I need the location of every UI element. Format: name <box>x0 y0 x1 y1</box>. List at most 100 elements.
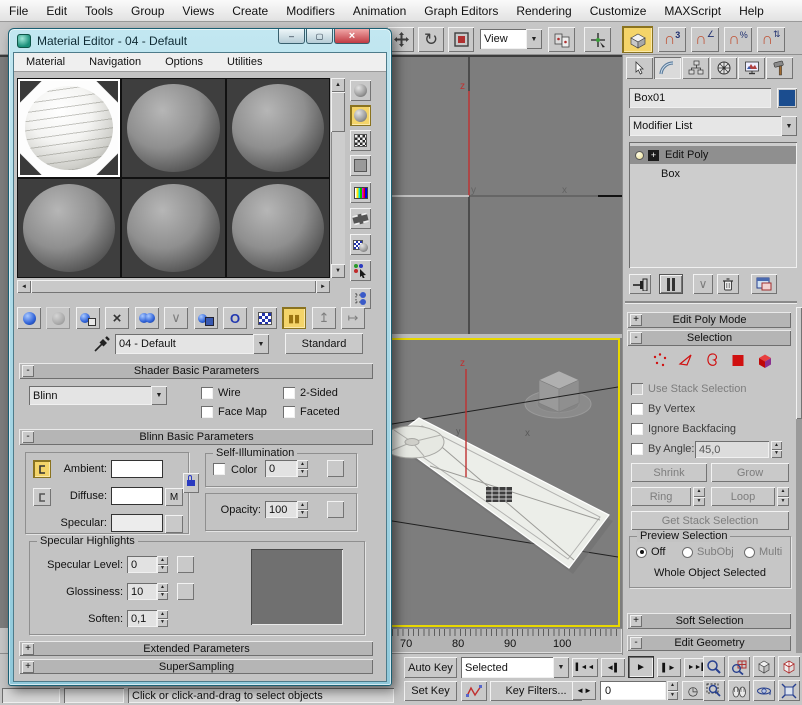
subobject-element-button[interactable] <box>753 350 775 370</box>
extended-plus-icon[interactable]: + <box>22 643 34 655</box>
play-button[interactable]: ► <box>628 656 654 678</box>
self-illum-spinner[interactable]: ▲▼ <box>297 460 308 477</box>
sample-slot-3[interactable] <box>227 79 329 177</box>
menu-utilities[interactable]: Utilities <box>215 56 274 68</box>
select-rotate-button[interactable]: ↻ <box>418 27 444 52</box>
tab-display[interactable] <box>738 57 765 79</box>
menu-maxscript[interactable]: MAXScript <box>655 4 730 18</box>
preview-subobj-radio[interactable] <box>682 547 693 558</box>
frame-spinner[interactable]: ▲▼ <box>667 681 678 700</box>
glossiness-spinner[interactable]: ▲▼ <box>157 583 168 600</box>
show-end-result-stack-button[interactable] <box>659 274 683 294</box>
make-unique-button[interactable]: ∨ <box>164 307 188 329</box>
angle-snap-button[interactable]: ∩ ∠ <box>691 27 719 52</box>
remove-modifier-button[interactable] <box>717 274 739 294</box>
supersampling-plus-icon[interactable]: + <box>22 661 34 673</box>
use-center-button[interactable] <box>548 27 575 52</box>
object-color-swatch[interactable] <box>777 88 797 108</box>
show-end-result-button[interactable]: ▮▮ <box>282 307 306 329</box>
self-illum-map-button[interactable] <box>327 460 344 477</box>
rollout-plus-icon[interactable]: + <box>630 314 642 326</box>
opacity-value-field[interactable]: 100 <box>265 501 297 518</box>
menu-group[interactable]: Group <box>122 4 173 18</box>
loop-spinner[interactable]: ▲▼ <box>777 487 789 506</box>
modifier-stack[interactable]: + Edit Poly Box <box>629 142 797 268</box>
rollout-edit-poly-mode[interactable]: + Edit Poly Mode <box>627 312 791 328</box>
menu-material[interactable]: Material <box>14 56 77 68</box>
viewport-front[interactable]: z y x <box>385 57 622 334</box>
faceted-checkbox[interactable] <box>283 406 295 418</box>
auto-key-button[interactable]: Auto Key <box>404 657 457 678</box>
orbit-button[interactable] <box>753 680 775 701</box>
by-angle-checkbox[interactable] <box>631 443 643 455</box>
options-button[interactable] <box>350 234 371 255</box>
rollout-selection[interactable]: - Selection <box>627 330 791 346</box>
vscroll-thumb[interactable] <box>331 92 345 132</box>
tab-utilities[interactable] <box>766 57 793 79</box>
configure-modifier-sets-button[interactable] <box>751 274 777 294</box>
menu-create[interactable]: Create <box>223 4 277 18</box>
go-forward-sibling-button[interactable]: ↦ <box>341 307 365 329</box>
material-map-navigator-button[interactable] <box>350 288 371 309</box>
make-unique-stack-button[interactable]: ∨ <box>693 274 713 294</box>
shader-type-dropdown[interactable]: Blinn ▼ <box>29 386 167 405</box>
diffuse-specular-lock-button[interactable] <box>33 488 51 506</box>
rollout-extended-parameters[interactable]: + Extended Parameters <box>19 641 373 656</box>
video-color-check-button[interactable] <box>350 182 371 203</box>
object-name-field[interactable]: Box01 <box>629 88 771 108</box>
zoom-extents-all-button[interactable] <box>778 656 800 677</box>
specular-color-swatch[interactable] <box>111 514 163 532</box>
menu-file[interactable]: File <box>0 4 37 18</box>
menu-tools[interactable]: Tools <box>76 4 122 18</box>
zoom-region-button[interactable] <box>703 680 725 701</box>
menu-help[interactable]: Help <box>730 4 773 18</box>
soften-spinner[interactable]: ▲▼ <box>157 610 168 627</box>
tab-motion[interactable] <box>710 57 737 79</box>
panel-scrollbar-thumb[interactable] <box>796 307 802 419</box>
self-illum-color-checkbox[interactable] <box>213 463 225 475</box>
make-material-copy-button[interactable] <box>135 307 159 329</box>
close-button[interactable]: × <box>334 29 370 44</box>
subobject-polygon-button[interactable] <box>727 350 749 370</box>
preview-off-option[interactable]: Off <box>636 546 665 558</box>
specular-level-spinner[interactable]: ▲▼ <box>157 556 168 573</box>
dropdown-arrow-icon[interactable]: ▼ <box>553 657 569 678</box>
tab-hierarchy[interactable] <box>682 57 709 79</box>
menu-animation[interactable]: Animation <box>344 4 415 18</box>
soften-field[interactable]: 0,1 <box>127 610 157 627</box>
select-by-material-button[interactable] <box>350 260 371 281</box>
menu-edit[interactable]: Edit <box>37 4 76 18</box>
use-stack-selection-row[interactable]: Use Stack Selection <box>631 383 746 395</box>
background-button[interactable] <box>350 130 371 151</box>
snap-toggle-3d-button[interactable]: ∩ 3 <box>658 27 686 52</box>
make-preview-button[interactable] <box>350 208 371 229</box>
menu-navigation[interactable]: Navigation <box>77 56 153 68</box>
set-key-button[interactable]: Set Key <box>404 681 457 701</box>
timeline-ruler[interactable]: 70 80 90 100 <box>385 628 622 653</box>
percent-snap-button[interactable]: ∩ % <box>724 27 752 52</box>
ignore-backfacing-row[interactable]: Ignore Backfacing <box>631 423 736 435</box>
zoom-button[interactable] <box>703 656 725 677</box>
pick-material-button[interactable] <box>93 335 111 353</box>
subobject-vertex-button[interactable] <box>649 350 671 370</box>
ambient-diffuse-lock-button[interactable] <box>33 460 51 478</box>
key-mode-toggle[interactable]: ◄► <box>572 681 596 700</box>
sample-slot-6[interactable] <box>227 179 329 277</box>
selection-set-dropdown[interactable]: Selected ▼ <box>461 657 569 678</box>
tab-modify[interactable] <box>654 57 681 79</box>
lightbulb-icon[interactable] <box>635 151 644 160</box>
minimize-button[interactable]: – <box>278 29 305 44</box>
wire-option[interactable]: Wire <box>201 387 241 399</box>
assign-material-button[interactable] <box>76 307 100 329</box>
rollout-blinn-basic[interactable]: - Blinn Basic Parameters <box>19 429 373 445</box>
faceted-option[interactable]: Faceted <box>283 406 340 418</box>
select-manipulate-button[interactable] <box>584 27 611 52</box>
ring-spinner[interactable]: ▲▼ <box>693 487 705 506</box>
sample-slot-1-active[interactable] <box>18 79 120 177</box>
menu-rendering[interactable]: Rendering <box>507 4 580 18</box>
show-map-in-viewport-button[interactable] <box>253 307 277 329</box>
get-stack-selection-button[interactable]: Get Stack Selection <box>631 511 789 530</box>
coord-system-arrow-icon[interactable]: ▼ <box>526 29 542 49</box>
backlight-button[interactable] <box>350 105 371 126</box>
menu-customize[interactable]: Customize <box>581 4 656 18</box>
